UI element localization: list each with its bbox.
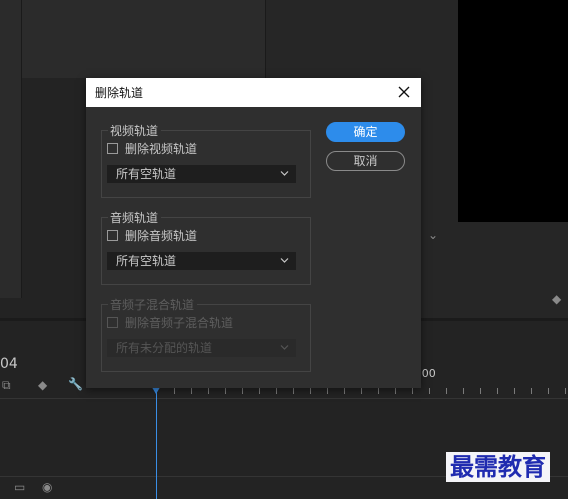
wrench-icon[interactable]: 🔧 (68, 377, 83, 391)
video-tracks-select-value: 所有空轨道 (116, 167, 177, 181)
project-panel (0, 0, 22, 298)
chevron-down-icon (280, 171, 289, 176)
marker-icon[interactable]: ◆ (552, 292, 561, 306)
ruler-tick (259, 388, 260, 394)
ruler-tick (429, 388, 430, 394)
ruler-tick (480, 388, 481, 394)
audio-tracks-select[interactable]: 所有空轨道 (107, 252, 296, 270)
ruler-tick (208, 388, 209, 394)
checkbox-box[interactable] (107, 142, 118, 154)
video-tracks-legend: 视频轨道 (108, 122, 162, 139)
ruler-tick (446, 388, 447, 394)
ruler-tick (514, 388, 515, 394)
chevron-down-icon (280, 258, 289, 263)
video-tracks-select[interactable]: 所有空轨道 (107, 165, 296, 183)
ruler-tick (293, 388, 294, 394)
ruler-tick (531, 388, 532, 394)
audio-tracks-select-value: 所有空轨道 (116, 254, 177, 268)
timecode-display[interactable]: 04 (0, 356, 18, 372)
chevron-down-icon (280, 345, 289, 350)
program-controls-area: ⌄ ◆ (420, 222, 568, 318)
checkbox-box[interactable] (107, 229, 118, 241)
ruler-tick (225, 388, 226, 394)
delete-tracks-dialog: 删除轨道 视频轨道 删除视频轨道 所有空轨道 音频轨道 删除音频轨道 所有空轨道 (86, 78, 421, 388)
ruler-tick (378, 388, 379, 394)
close-button[interactable] (393, 81, 415, 103)
audio-tracks-legend: 音频轨道 (108, 209, 162, 226)
program-monitor (458, 0, 568, 222)
ruler-tick (276, 388, 277, 394)
ruler-tick (191, 388, 192, 394)
ruler-tick (344, 388, 345, 394)
dialog-titlebar[interactable]: 删除轨道 (86, 78, 421, 107)
audio-submix-select-value: 所有未分配的轨道 (116, 341, 213, 355)
delete-audio-submix-checkbox[interactable]: 删除音频子混合轨道 (107, 314, 233, 330)
close-icon (398, 86, 410, 98)
ruler-tick (395, 388, 396, 394)
cancel-button[interactable]: 取消 (326, 151, 405, 171)
delete-video-tracks-checkbox[interactable]: 删除视频轨道 (107, 140, 197, 156)
dialog-title: 删除轨道 (95, 86, 144, 100)
delete-audio-submix-label[interactable]: 删除音频子混合轨道 (125, 314, 233, 331)
ruler-tick (548, 388, 549, 394)
source-panel (22, 0, 266, 78)
snap-icon[interactable]: ⧉ (2, 378, 11, 393)
eye-icon[interactable]: ◉ (42, 480, 52, 494)
dropdown-chevron-icon[interactable]: ⌄ (428, 228, 438, 242)
ruler-tick (565, 388, 566, 394)
ruler-tick (497, 388, 498, 394)
add-marker-icon[interactable]: ◆ (38, 378, 47, 392)
audio-submix-select[interactable]: 所有未分配的轨道 (107, 339, 296, 357)
delete-video-tracks-label[interactable]: 删除视频轨道 (125, 140, 197, 157)
track-divider (0, 398, 568, 399)
playhead-line[interactable] (156, 392, 157, 499)
delete-audio-tracks-label[interactable]: 删除音频轨道 (125, 227, 197, 244)
audio-submix-tracks-group: 音频子混合轨道 删除音频子混合轨道 所有未分配的轨道 (101, 296, 311, 372)
audio-tracks-group: 音频轨道 删除音频轨道 所有空轨道 (101, 209, 311, 285)
ruler-tick (327, 388, 328, 394)
audio-submix-legend: 音频子混合轨道 (108, 296, 198, 313)
delete-audio-tracks-checkbox[interactable]: 删除音频轨道 (107, 227, 197, 243)
ruler-tick (361, 388, 362, 394)
ok-button[interactable]: 确定 (326, 122, 405, 142)
ruler-tick (463, 388, 464, 394)
ruler-tick (412, 388, 413, 394)
ruler-tick (310, 388, 311, 394)
ruler-tick (174, 388, 175, 394)
ruler-tick (242, 388, 243, 394)
track-output-icon[interactable]: ▭ (14, 480, 25, 494)
watermark-logo: 最需教育 (446, 452, 550, 482)
video-tracks-group: 视频轨道 删除视频轨道 所有空轨道 (101, 122, 311, 198)
checkbox-box[interactable] (107, 316, 118, 328)
